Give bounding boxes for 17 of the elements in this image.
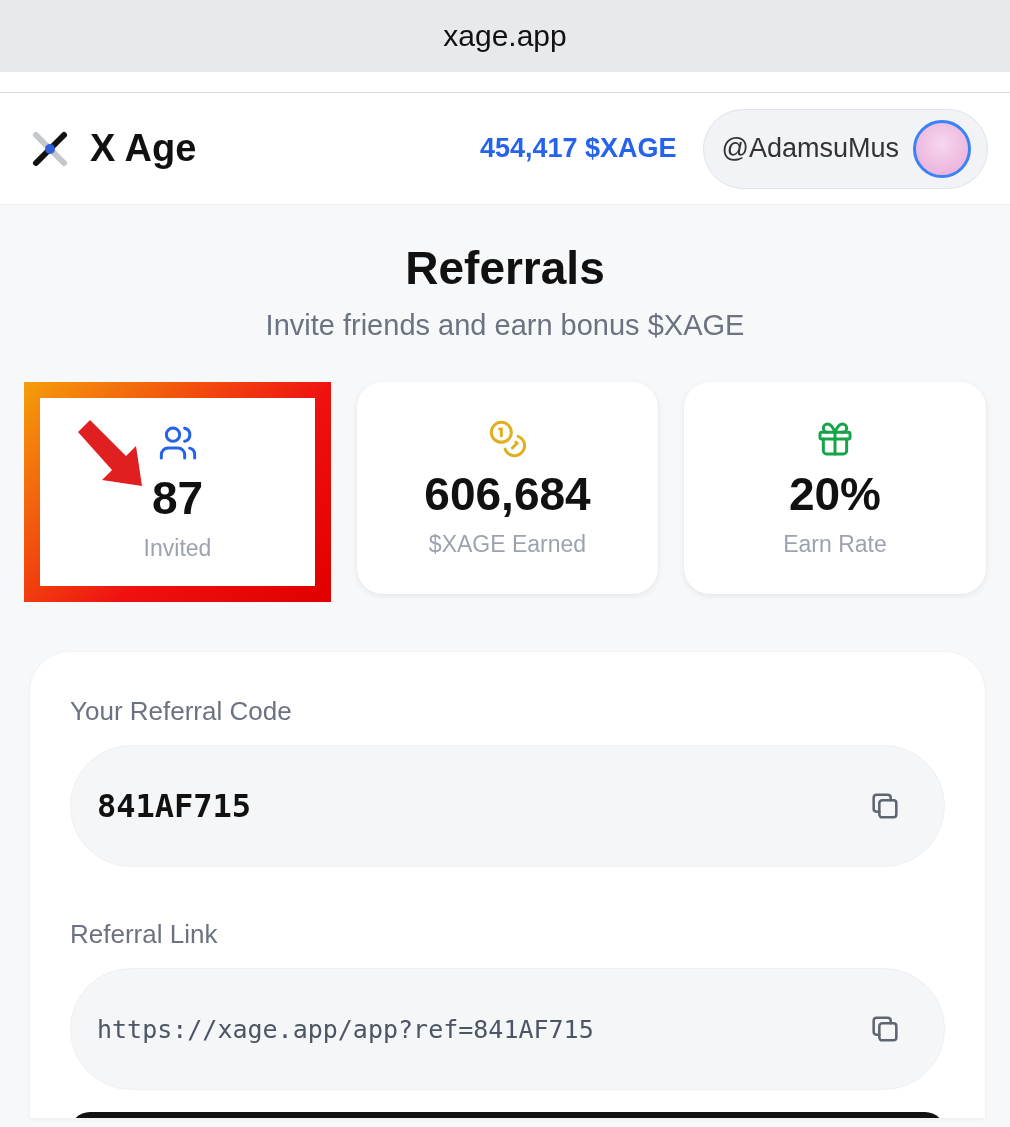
user-pill[interactable]: @AdamsuMus [702, 108, 988, 189]
address-text[interactable]: xage.app [443, 19, 567, 53]
stat-value: 606,684 [424, 466, 591, 521]
stat-label: Invited [143, 534, 212, 562]
token-balance: 454,417 $XAGE [479, 133, 677, 164]
stat-value: 87 [151, 470, 204, 525]
page-title: Referrals [404, 241, 606, 295]
username: @AdamsuMus [721, 133, 899, 164]
brand-name[interactable]: X Age [90, 127, 197, 170]
field-label: Your Referral Code [70, 696, 293, 727]
stat-value: 20% [788, 466, 882, 521]
link-field[interactable]: https://xage.app/app?ref=841AF715 [70, 968, 945, 1090]
stat-label: $XAGE Earned [428, 530, 587, 558]
field-label: Referral Link [70, 919, 219, 950]
stat-label: Earn Rate [783, 530, 887, 558]
page-subtitle: Invite friends and earn bonus $XAGE [264, 309, 746, 342]
code-field[interactable]: 841AF715 [70, 745, 945, 867]
